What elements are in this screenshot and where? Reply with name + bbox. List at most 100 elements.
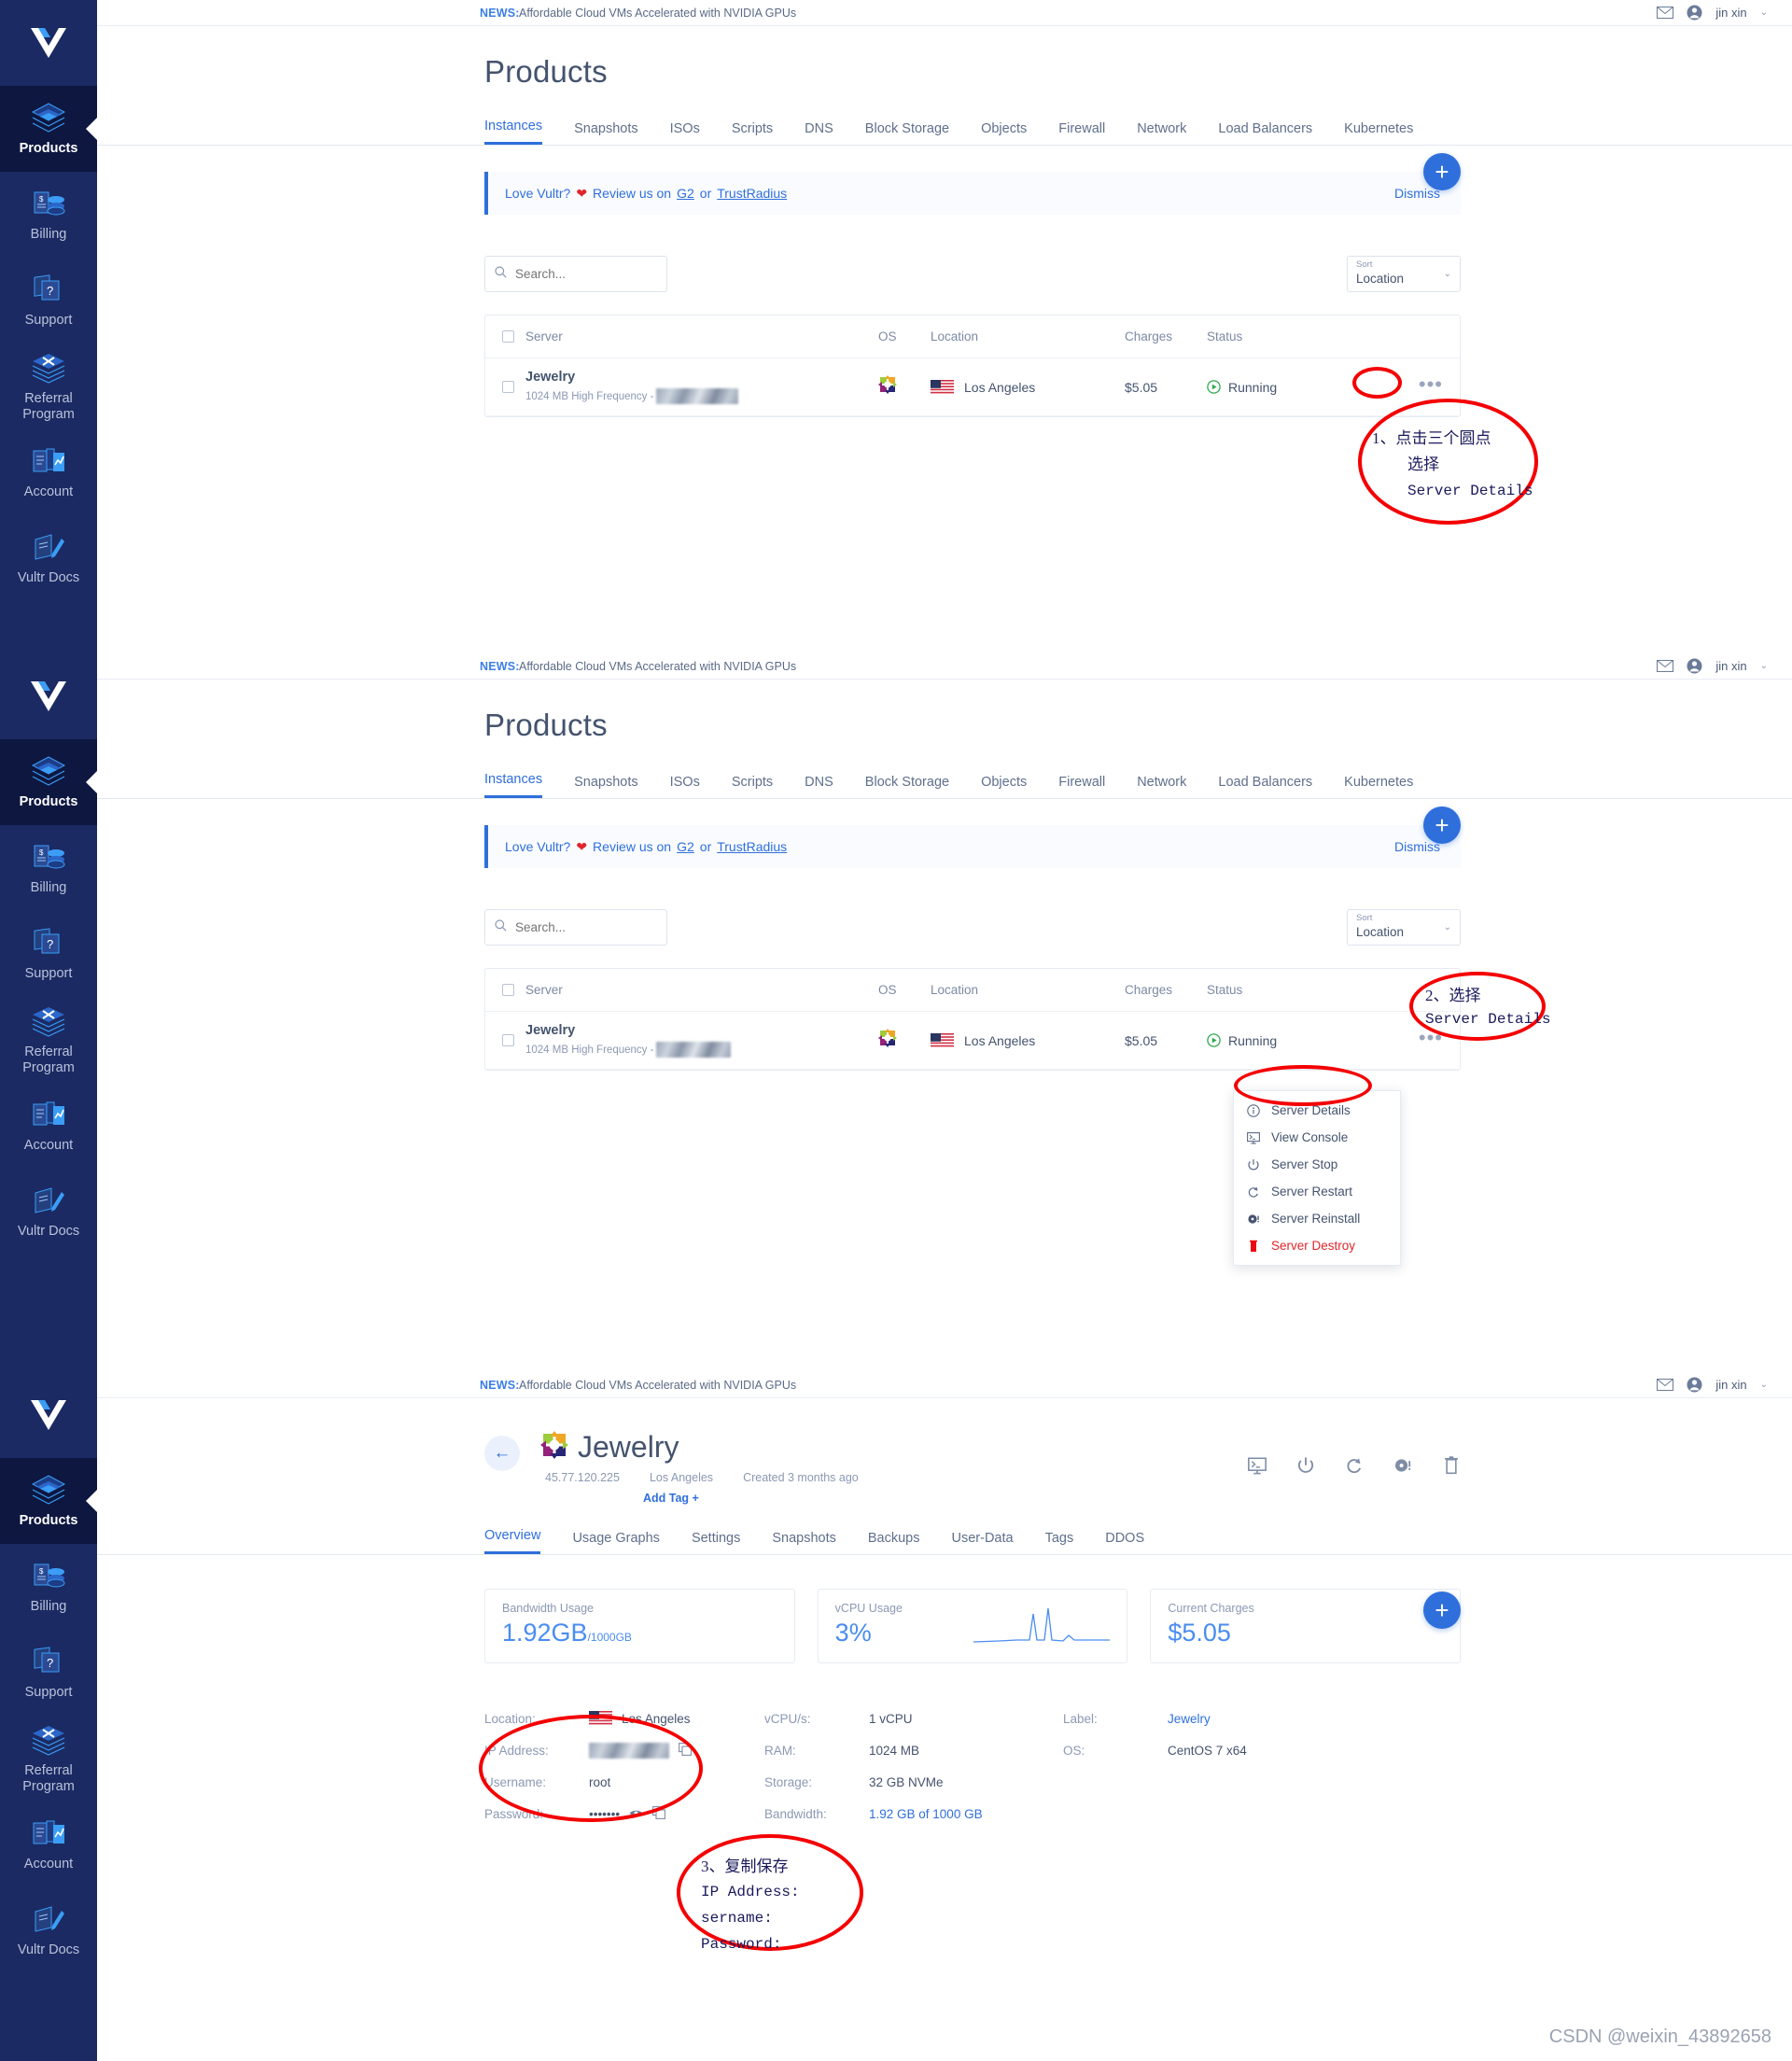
chevron-down-icon[interactable]: ⌄ xyxy=(1760,1380,1768,1390)
tab-snapshots[interactable]: Snapshots xyxy=(574,775,638,798)
tab-scripts[interactable]: Scripts xyxy=(732,121,773,145)
search-box[interactable] xyxy=(484,256,667,292)
chevron-down-icon[interactable]: ⌄ xyxy=(1444,922,1451,932)
restart-icon[interactable] xyxy=(1345,1456,1364,1475)
add-instance-button[interactable]: + xyxy=(1423,153,1461,190)
sort-select[interactable]: Sort Location ⌄ xyxy=(1347,256,1461,292)
sidebar-item-billing[interactable]: $ Billing xyxy=(0,1544,97,1630)
menu-item-server-destroy[interactable]: Server Destroy xyxy=(1234,1232,1400,1259)
tab-instances[interactable]: Instances xyxy=(484,119,543,145)
tab-usage-graphs[interactable]: Usage Graphs xyxy=(572,1531,660,1554)
info-value[interactable]: Jewelry xyxy=(1168,1712,1211,1726)
tab-kubernetes[interactable]: Kubernetes xyxy=(1344,121,1413,145)
tab-user-data[interactable]: User-Data xyxy=(952,1531,1014,1554)
user-name[interactable]: jin xin xyxy=(1715,1378,1746,1392)
user-avatar-icon[interactable] xyxy=(1687,1377,1702,1393)
sidebar-item-referral-program[interactable]: Referral Program xyxy=(0,997,97,1083)
vultr-logo[interactable] xyxy=(0,0,97,86)
add-tag-button[interactable]: Add Tag + xyxy=(540,1492,859,1505)
news-text[interactable]: Affordable Cloud VMs Accelerated with NV… xyxy=(519,7,796,20)
sidebar-item-products[interactable]: Products xyxy=(0,1458,97,1544)
table-row[interactable]: Jewelry 1024 MB High Frequency - Los Ang… xyxy=(485,1012,1460,1070)
sidebar-item-referral-program[interactable]: Referral Program xyxy=(0,1716,97,1802)
menu-item-server-reinstall[interactable]: Server Reinstall xyxy=(1234,1205,1400,1232)
news-text[interactable]: Affordable Cloud VMs Accelerated with NV… xyxy=(519,1379,796,1392)
sidebar-item-support[interactable]: ? Support xyxy=(0,1630,97,1716)
vultr-logo[interactable] xyxy=(0,1372,97,1458)
mail-icon[interactable] xyxy=(1657,1379,1674,1391)
row-checkbox[interactable] xyxy=(502,1034,514,1046)
power-icon[interactable] xyxy=(1296,1456,1315,1475)
g2-link[interactable]: G2 xyxy=(677,186,694,201)
reinstall-icon[interactable] xyxy=(1393,1456,1412,1475)
trustradius-link[interactable]: TrustRadius xyxy=(717,839,787,854)
server-name[interactable]: Jewelry xyxy=(525,1023,878,1038)
sidebar-item-billing[interactable]: $ Billing xyxy=(0,172,97,258)
chevron-down-icon[interactable]: ⌄ xyxy=(1760,661,1768,671)
add-instance-button[interactable]: + xyxy=(1423,806,1461,844)
sidebar-item-products[interactable]: Products xyxy=(0,86,97,172)
tab-snapshots[interactable]: Snapshots xyxy=(772,1531,836,1554)
ellipsis-icon[interactable]: ••• xyxy=(1419,372,1443,396)
vultr-logo[interactable] xyxy=(0,653,97,739)
chevron-down-icon[interactable]: ⌄ xyxy=(1760,7,1768,18)
menu-item-server-stop[interactable]: Server Stop xyxy=(1234,1151,1400,1178)
user-avatar-icon[interactable] xyxy=(1687,5,1702,21)
tab-kubernetes[interactable]: Kubernetes xyxy=(1344,775,1413,798)
trustradius-link[interactable]: TrustRadius xyxy=(717,186,787,201)
tab-instances[interactable]: Instances xyxy=(484,772,543,798)
tab-isos[interactable]: ISOs xyxy=(670,775,700,798)
search-input[interactable] xyxy=(515,267,657,281)
sidebar-item-support[interactable]: ? Support xyxy=(0,911,97,997)
tab-isos[interactable]: ISOs xyxy=(670,121,700,145)
row-checkbox[interactable] xyxy=(502,381,514,393)
tab-network[interactable]: Network xyxy=(1137,121,1186,145)
trash-icon[interactable] xyxy=(1442,1456,1461,1475)
sidebar-item-vultr-docs[interactable]: Vultr Docs xyxy=(0,1887,97,1973)
sidebar-item-billing[interactable]: $ Billing xyxy=(0,825,97,911)
tab-scripts[interactable]: Scripts xyxy=(732,775,773,798)
sidebar-item-referral-program[interactable]: Referral Program xyxy=(0,344,97,429)
sidebar-item-account[interactable]: Account xyxy=(0,1802,97,1887)
user-name[interactable]: jin xin xyxy=(1715,659,1746,673)
user-name[interactable]: jin xin xyxy=(1715,6,1746,20)
tab-load-balancers[interactable]: Load Balancers xyxy=(1218,121,1312,145)
sidebar-item-vultr-docs[interactable]: Vultr Docs xyxy=(0,515,97,601)
tab-block-storage[interactable]: Block Storage xyxy=(865,775,949,798)
mail-icon[interactable] xyxy=(1657,660,1674,672)
tab-backups[interactable]: Backups xyxy=(868,1531,920,1554)
search-input[interactable] xyxy=(515,920,657,934)
tab-dns[interactable]: DNS xyxy=(805,775,833,798)
add-instance-button[interactable]: + xyxy=(1423,1591,1461,1629)
tab-firewall[interactable]: Firewall xyxy=(1058,121,1105,145)
user-avatar-icon[interactable] xyxy=(1687,658,1702,674)
tab-dns[interactable]: DNS xyxy=(805,121,833,145)
console-icon[interactable] xyxy=(1248,1456,1267,1475)
info-value[interactable]: 1.92 GB of 1000 GB xyxy=(869,1807,983,1821)
menu-item-server-restart[interactable]: Server Restart xyxy=(1234,1178,1400,1205)
sidebar-item-account[interactable]: Account xyxy=(0,1083,97,1169)
tab-block-storage[interactable]: Block Storage xyxy=(865,121,949,145)
sidebar-item-products[interactable]: Products xyxy=(0,739,97,825)
tab-load-balancers[interactable]: Load Balancers xyxy=(1218,775,1312,798)
tab-firewall[interactable]: Firewall xyxy=(1058,775,1105,798)
tab-tags[interactable]: Tags xyxy=(1045,1531,1074,1554)
sidebar-item-vultr-docs[interactable]: Vultr Docs xyxy=(0,1169,97,1255)
sort-select[interactable]: Sort Location ⌄ xyxy=(1347,909,1461,946)
select-all-checkbox[interactable] xyxy=(502,330,514,343)
table-row[interactable]: Jewelry 1024 MB High Frequency - Los Ang… xyxy=(485,358,1460,416)
tab-overview[interactable]: Overview xyxy=(484,1528,541,1554)
tab-network[interactable]: Network xyxy=(1137,775,1186,798)
tab-settings[interactable]: Settings xyxy=(692,1531,740,1554)
server-name[interactable]: Jewelry xyxy=(525,370,878,385)
tab-snapshots[interactable]: Snapshots xyxy=(574,121,638,145)
sidebar-item-account[interactable]: Account xyxy=(0,429,97,515)
mail-icon[interactable] xyxy=(1657,7,1674,19)
back-button[interactable]: ← xyxy=(484,1436,520,1471)
search-box[interactable] xyxy=(484,909,667,946)
chevron-down-icon[interactable]: ⌄ xyxy=(1444,269,1451,279)
tab-objects[interactable]: Objects xyxy=(981,121,1027,145)
news-text[interactable]: Affordable Cloud VMs Accelerated with NV… xyxy=(519,660,796,673)
menu-item-view-console[interactable]: View Console xyxy=(1234,1124,1400,1151)
g2-link[interactable]: G2 xyxy=(677,839,694,854)
